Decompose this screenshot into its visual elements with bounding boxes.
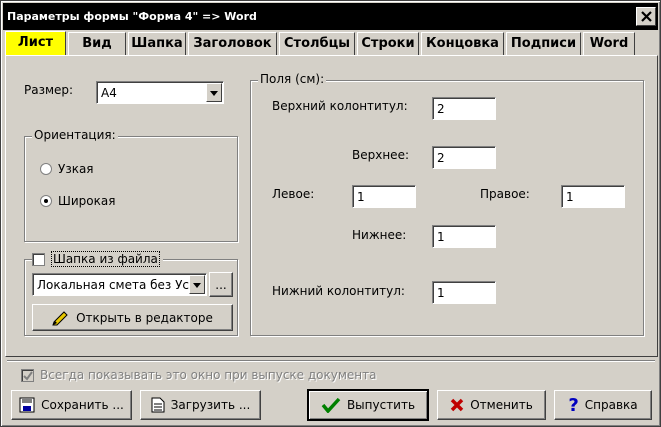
header-file-select[interactable]: Локальная смета без Ус [32,273,207,296]
chevron-down-icon [210,91,218,96]
checkbox-box [32,252,45,266]
dialog-window: Параметры формы "Форма 4" => Word Лист В… [0,0,661,427]
help-button[interactable]: ? Справка [554,390,652,420]
size-select-value: A4 [101,86,117,100]
always-show-checkbox[interactable]: Всегда показывать это окно при выпуске д… [21,368,376,382]
size-select[interactable]: A4 [96,81,224,104]
header-margin-label: Верхний колонтитул: [272,99,408,113]
cancel-button[interactable]: Отменить [437,390,546,420]
tab-sheet[interactable]: Лист [5,31,66,56]
open-editor-button[interactable]: Открыть в редакторе [32,304,233,331]
right-margin-label: Правое: [480,187,530,201]
save-button[interactable]: Сохранить ... [11,390,132,420]
publish-button[interactable]: Выпустить [307,389,429,421]
checkmark-icon [321,397,341,413]
publish-label: Выпустить [346,398,416,412]
size-dropdown-button[interactable] [206,83,222,102]
radio-dot-selected [40,195,52,207]
orientation-landscape-radio[interactable]: Широкая [40,194,115,208]
orientation-title: Ориентация: [32,128,118,142]
size-label: Размер: [24,83,74,97]
help-label: Справка [584,398,638,412]
tab-title[interactable]: Заголовок [188,32,277,55]
tab-ending[interactable]: Концовка [421,32,504,55]
header-from-file-checkbox[interactable]: Шапка из файла [32,251,163,267]
left-margin-input[interactable]: 1 [352,185,416,208]
top-margin-label: Верхнее: [352,148,409,162]
pencil-icon [52,310,68,325]
cancel-label: Отменить [470,398,533,412]
bottom-margin-input[interactable]: 1 [432,225,496,248]
left-margin-label: Левое: [272,187,315,201]
tab-rows[interactable]: Строки [357,32,419,55]
checkbox-box [21,368,34,382]
orientation-portrait-label: Узкая [58,162,94,176]
tab-view[interactable]: Вид [68,32,126,55]
bottom-margin-label: Нижнее: [352,228,407,242]
question-icon: ? [568,394,579,416]
always-show-label: Всегда показывать это окно при выпуске д… [40,368,377,382]
top-margin-input[interactable]: 2 [432,146,496,169]
close-button[interactable] [636,7,656,26]
browse-button[interactable]: ... [209,272,233,297]
right-margin-input[interactable]: 1 [561,185,625,208]
load-icon [151,397,165,413]
window-title: Параметры формы "Форма 4" => Word [7,10,257,23]
tab-strip: Лист Вид Шапка Заголовок Столбцы Строки … [5,31,657,56]
sheet-tab-panel: Размер: A4 Ориентация: Узкая Широкая Шап… [5,55,658,357]
footer-margin-input[interactable]: 1 [432,281,496,304]
margins-title: Поля (см): [258,72,327,86]
tab-signatures[interactable]: Подписи [506,32,581,55]
divider [7,360,655,362]
header-file-dropdown-button[interactable] [189,275,205,294]
chevron-down-icon [193,283,201,288]
open-editor-label: Открыть в редакторе [76,310,213,325]
load-label: Загрузить ... [170,398,251,412]
orientation-portrait-radio[interactable]: Узкая [40,162,94,176]
checkmark-icon [23,370,33,381]
title-bar: Параметры формы "Форма 4" => Word [3,3,658,30]
close-icon [641,11,652,22]
orientation-group [24,136,238,242]
save-icon [19,397,35,413]
header-file-value: Локальная смета без Ус [37,278,190,292]
tab-columns[interactable]: Столбцы [279,32,355,55]
save-label: Сохранить ... [41,398,124,412]
load-button[interactable]: Загрузить ... [140,390,261,420]
header-margin-input[interactable]: 2 [432,97,496,120]
orientation-landscape-label: Широкая [58,194,116,208]
footer-margin-label: Нижний колонтитул: [272,284,405,298]
cross-icon [450,398,464,412]
header-from-file-label: Шапка из файла [51,251,160,267]
tab-word[interactable]: Word [583,32,635,55]
tab-header[interactable]: Шапка [128,32,186,55]
radio-dot [40,163,52,175]
